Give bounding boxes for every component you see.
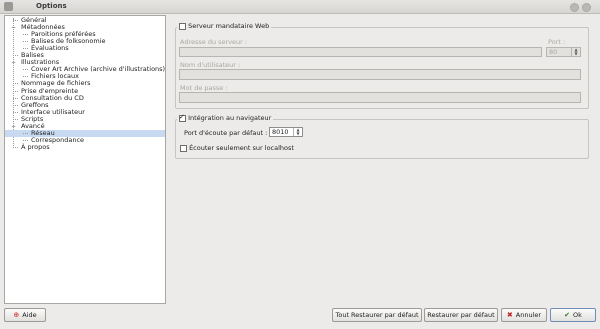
tree-item[interactable]: − Avancé (5, 122, 165, 130)
proxy-port-spinner[interactable]: 80 ▲ ▼ (546, 47, 581, 57)
restore-all-defaults-button[interactable]: Tout Restaurer par défaut (332, 308, 422, 322)
tree-item[interactable]: À propos (5, 142, 165, 151)
tree-item[interactable]: Réseau (5, 129, 165, 137)
password-field[interactable] (179, 92, 581, 103)
proxy-checkbox[interactable] (179, 22, 186, 30)
tree-connector (13, 90, 18, 92)
close-window-button[interactable] (582, 3, 591, 12)
tree-connector (23, 132, 28, 134)
collapse-icon[interactable]: − (11, 25, 16, 31)
restore-defaults-button[interactable]: Restaurer par défaut (424, 308, 498, 322)
tree-connector (13, 20, 18, 21)
tree-connector (13, 111, 18, 113)
tree-connector (13, 104, 18, 106)
proxy-title: Serveur mandataire Web (188, 22, 270, 30)
tree-connector (23, 48, 28, 50)
password-label: Mot de passe : (180, 84, 228, 92)
tree-item[interactable]: Balises de folksonomie (5, 38, 165, 45)
tree-connector (13, 146, 18, 148)
listen-port-spinner[interactable]: 8010 ▲ ▼ (269, 127, 303, 137)
collapse-icon[interactable]: − (11, 60, 16, 66)
tree-connector (13, 97, 18, 99)
window-title: Options (36, 2, 67, 10)
localhost-option[interactable]: Écouter seulement sur localhost (180, 144, 294, 152)
tree-connector (23, 76, 28, 78)
browser-integration-group (175, 119, 589, 159)
spin-arrows-icon[interactable]: ▲ ▼ (293, 128, 302, 136)
port-label: Port : (548, 38, 566, 46)
spin-arrows-icon[interactable]: ▲ ▼ (571, 48, 580, 56)
minimize-button[interactable] (570, 3, 579, 12)
username-field[interactable] (179, 69, 581, 80)
tree-item[interactable]: Cover Art Archive (archive d'illustratio… (5, 66, 165, 73)
tree-connector (13, 83, 18, 85)
help-icon: ⊕ (13, 311, 20, 319)
options-tree[interactable]: Général − Métadonnées Paroitions préférées B… (4, 15, 166, 304)
browser-integration-checkbox[interactable] (179, 113, 186, 122)
ok-button[interactable]: ✔ Ok (550, 308, 596, 322)
server-address-field[interactable] (179, 47, 542, 57)
browser-group-title: Intégration au navigateur (177, 113, 274, 122)
app-icon (4, 2, 13, 11)
tree-connector (13, 118, 18, 120)
collapse-icon[interactable]: − (11, 123, 16, 129)
username-label: Nom d'utilisateur : (180, 61, 241, 69)
cancel-icon: ✖ (506, 311, 513, 319)
tree-connector (23, 34, 28, 36)
tree-connector (23, 41, 28, 43)
localhost-label: Écouter seulement sur localhost (189, 144, 294, 152)
proxy-group-title: Serveur mandataire Web (177, 22, 272, 30)
server-address-label: Adresse du serveur : (180, 38, 248, 46)
tree-connector (23, 139, 28, 141)
help-button[interactable]: ⊕ Aide (4, 308, 46, 322)
listen-port-label: Port d'écoute par défaut : (184, 129, 268, 137)
browser-integration-title: Intégration au navigateur (188, 114, 272, 122)
ok-icon: ✔ (564, 311, 570, 319)
tree-connector (13, 55, 18, 57)
cancel-button[interactable]: ✖ Annuler (501, 308, 547, 322)
tree-item-label: À propos (21, 142, 50, 151)
window-titlebar: Options (0, 0, 600, 14)
localhost-checkbox[interactable] (180, 144, 187, 152)
tree-connector (23, 69, 28, 71)
